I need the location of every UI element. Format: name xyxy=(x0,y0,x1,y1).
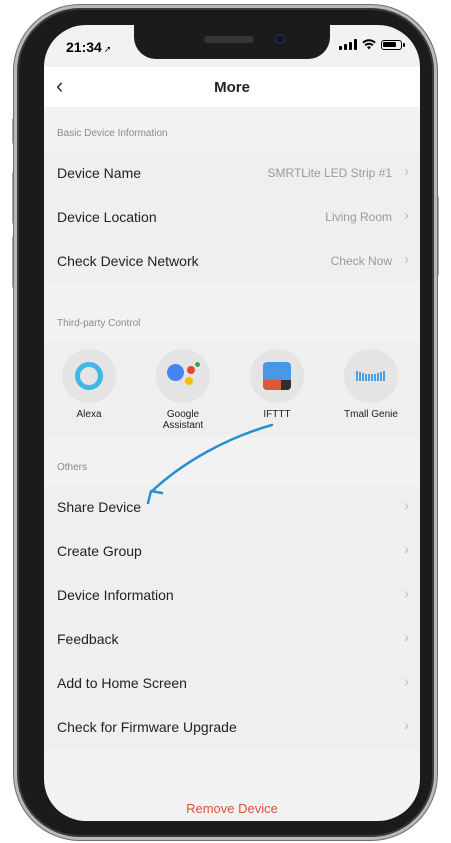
phone-frame: 21:34➚ ‹ More Basic Device Information xyxy=(14,5,437,840)
phone-screen: 21:34➚ ‹ More Basic Device Information xyxy=(44,25,420,821)
annotation-arrow xyxy=(146,423,274,505)
